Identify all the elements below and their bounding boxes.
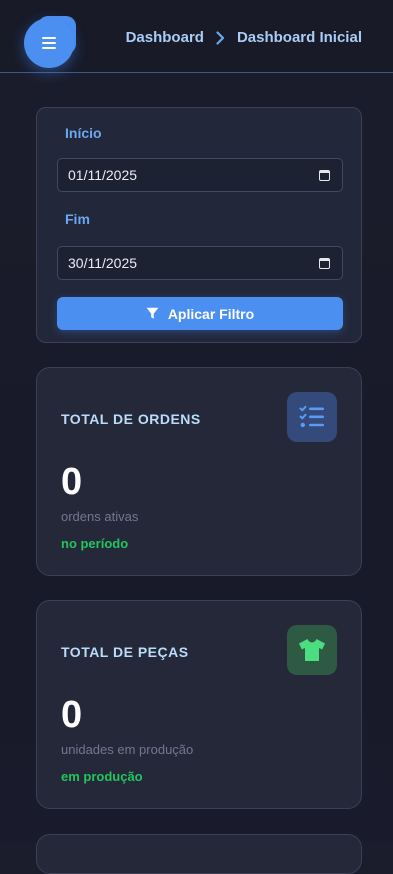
card-value: 0 xyxy=(61,461,83,503)
card-title: TOTAL DE PEÇAS xyxy=(61,644,189,660)
end-date-label: Fim xyxy=(65,211,90,227)
filter-icon xyxy=(146,307,159,320)
apply-filter-button[interactable]: Aplicar Filtro xyxy=(57,297,343,330)
main-content: Início 01/11/2025 Fim 30/11/2025 Aplicar… xyxy=(36,107,362,874)
breadcrumb: Dashboard Dashboard Inicial xyxy=(126,29,362,46)
start-date-label: Início xyxy=(65,125,102,141)
date-filter-card: Início 01/11/2025 Fim 30/11/2025 Aplicar… xyxy=(36,107,362,343)
apply-filter-label: Aplicar Filtro xyxy=(167,305,255,322)
shirt-icon xyxy=(287,625,337,675)
total-orders-card: TOTAL DE ORDENS 0 ordens ativas no perío… xyxy=(36,367,362,576)
chevron-right-icon xyxy=(216,30,225,45)
stat-card-partial xyxy=(36,834,362,874)
calendar-icon[interactable] xyxy=(319,257,330,269)
end-date-value: 30/11/2025 xyxy=(68,255,138,271)
menu-toggle-button[interactable] xyxy=(24,16,76,68)
card-subtitle: ordens ativas xyxy=(61,509,139,524)
breadcrumb-item-current: Dashboard Inicial xyxy=(236,29,362,46)
start-date-input[interactable]: 01/11/2025 xyxy=(57,158,343,192)
card-note: no período xyxy=(61,536,129,551)
top-bar: Dashboard Dashboard Inicial xyxy=(0,0,393,73)
menu-area xyxy=(0,0,100,73)
card-value: 0 xyxy=(61,694,83,736)
calendar-icon[interactable] xyxy=(319,169,330,181)
card-title: TOTAL DE ORDENS xyxy=(61,411,201,427)
card-note: em produção xyxy=(61,769,143,784)
list-check-icon xyxy=(287,392,337,442)
total-pieces-card: TOTAL DE PEÇAS 0 unidades em produção em… xyxy=(36,600,362,809)
end-date-input[interactable]: 30/11/2025 xyxy=(57,246,343,280)
breadcrumb-item-dashboard[interactable]: Dashboard xyxy=(126,29,204,46)
start-date-value: 01/11/2025 xyxy=(68,167,138,183)
hamburger-icon xyxy=(42,37,56,49)
card-subtitle: unidades em produção xyxy=(61,742,194,757)
